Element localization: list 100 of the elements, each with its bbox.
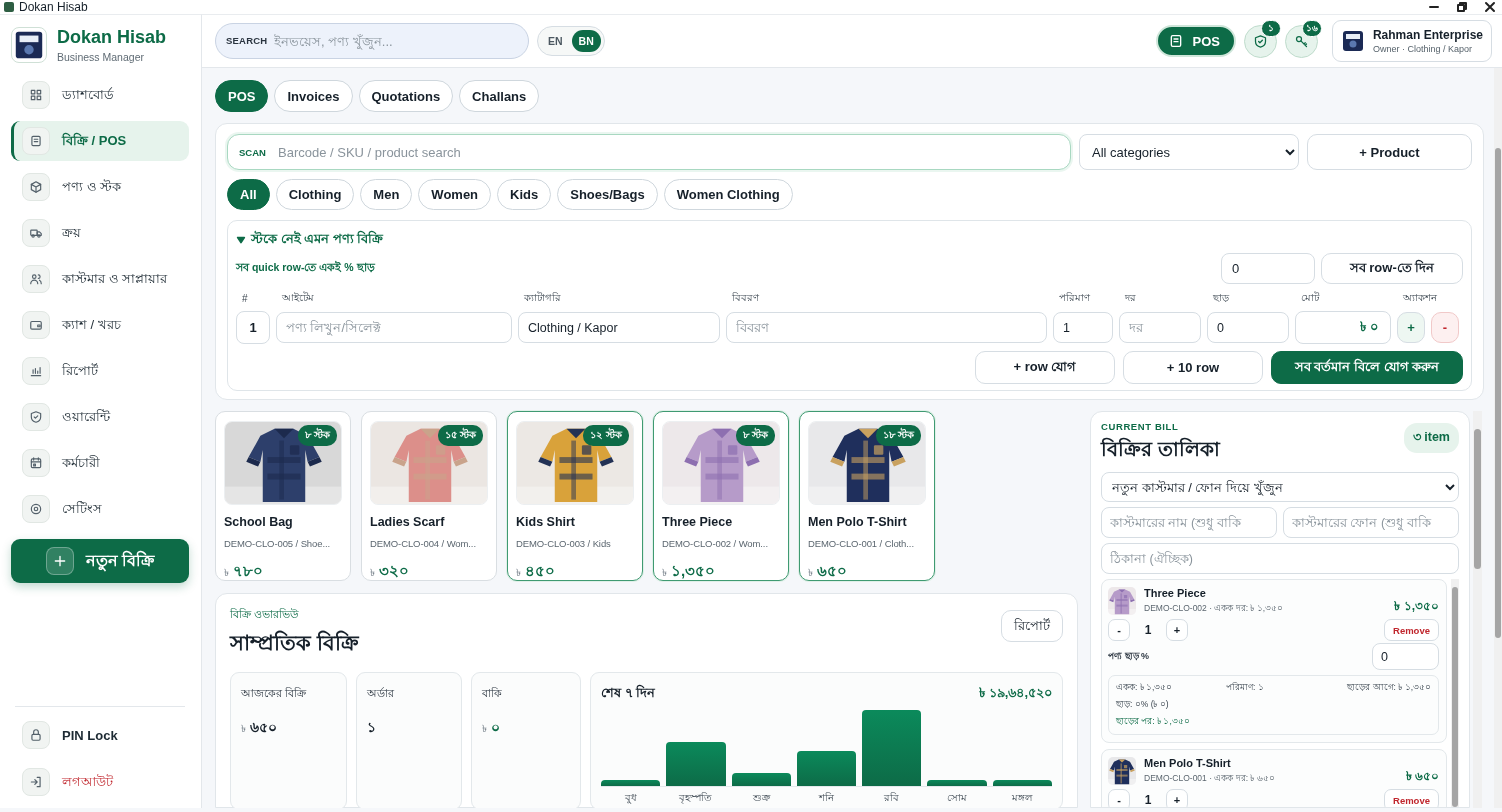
category-select[interactable]: All categories: [1079, 134, 1299, 170]
discount-field[interactable]: 0: [1221, 253, 1315, 284]
window-title: Dokan Hisab: [19, 0, 88, 14]
category-chip[interactable]: Men: [360, 179, 413, 210]
category-chip[interactable]: Women: [418, 179, 492, 210]
report-button[interactable]: রিপোর্ট: [1001, 610, 1063, 642]
address-field[interactable]: ঠিকানা (ঐচ্ছিক): [1101, 543, 1459, 574]
nav-item[interactable]: সেটিংস: [11, 489, 189, 529]
restore-icon[interactable]: [1456, 1, 1468, 13]
tab[interactable]: Quotations: [358, 80, 454, 112]
apply-discount-button[interactable]: সব row-তে দিন: [1321, 253, 1463, 284]
tab[interactable]: Challans: [459, 80, 540, 112]
close-icon[interactable]: [1484, 1, 1496, 13]
column-header: বিবরণ: [731, 291, 760, 305]
nav-item[interactable]: লগআউট: [11, 762, 189, 802]
new-sale-button[interactable]: নতুন বিক্রি: [11, 539, 189, 583]
nav-item[interactable]: বিক্রি / POS: [11, 121, 189, 161]
discount-note: সব quick row-তে একই % ছাড়: [236, 260, 375, 275]
quantity-field[interactable]: 1: [1053, 312, 1113, 343]
remove-row-button[interactable]: -: [1431, 312, 1459, 343]
customer-select[interactable]: নতুন কাস্টমার / ফোন দিয়ে খুঁজুন: [1101, 472, 1459, 502]
chart-bar: [601, 780, 661, 786]
stock-badge: ১৮ স্টক: [876, 425, 921, 446]
product-name: Kids Shirt: [516, 515, 577, 529]
brand-subtitle: Business Manager: [57, 51, 145, 63]
stat-value: ৳ ০: [482, 718, 501, 737]
stock-badge: ১২ স্টক: [583, 425, 629, 446]
nav-item[interactable]: ক্যাশ / খরচ: [11, 305, 189, 345]
decrease-button[interactable]: -: [1108, 619, 1130, 641]
item-total: ৳ ১,৩৫০: [1394, 598, 1439, 615]
product-code: DEMO-CLO-005 / Shoe...: [224, 538, 332, 549]
breakdown-total: ছাড়ের পর: ৳ ১,৩৫০: [1116, 715, 1191, 728]
calendar-icon: [29, 456, 43, 470]
product-price: ৳ ১,৩৫০: [662, 561, 717, 581]
product-card[interactable]: ১৮ স্টক Men Polo T-Shirt DEMO-CLO-001 / Cloth... ৳ ৬৫০: [799, 411, 935, 581]
add-rows-button[interactable]: + 10 row: [1123, 351, 1263, 384]
wallet-icon: [29, 318, 43, 332]
discount-field[interactable]: 0: [1372, 643, 1439, 670]
product-card[interactable]: ৮ স্টক School Bag DEMO-CLO-005 / Shoe... ৳ ৭৮০: [215, 411, 351, 581]
column-header: আইটেম: [281, 290, 315, 305]
language-option[interactable]: EN: [541, 30, 570, 52]
profile-card[interactable]: Rahman Enterprise Owner · Clothing / Kapor: [1331, 20, 1492, 62]
section-title: বিক্রির তালিকা: [1101, 436, 1220, 462]
nav-item[interactable]: ক্রয়: [11, 213, 189, 253]
category-chip[interactable]: Clothing: [275, 179, 355, 210]
category-chip[interactable]: Kids: [497, 179, 552, 210]
increase-button[interactable]: +: [1166, 619, 1188, 641]
product-card[interactable]: ৮ স্টক Three Piece DEMO-CLO-002 / Wom... ৳ ১,৩৫০: [653, 411, 789, 581]
language-option[interactable]: BN: [571, 30, 601, 52]
nav-item[interactable]: ওয়ারেন্টি: [11, 397, 189, 437]
people-icon: [29, 272, 43, 286]
product-name: Ladies Scarf: [370, 515, 446, 529]
customer-name-field[interactable]: কাস্টমারের নাম (শুধু বাকি: [1101, 507, 1277, 538]
rate-field[interactable]: দর: [1119, 312, 1201, 343]
remove-button[interactable]: Remove: [1384, 619, 1439, 641]
add-product-button[interactable]: + Product: [1307, 134, 1472, 170]
description-field[interactable]: বিবরণ: [726, 312, 1047, 343]
nav-item[interactable]: পণ্য ও স্টক: [11, 167, 189, 207]
section-title: সাম্প্রতিক বিক্রি: [230, 629, 359, 656]
column-header: পরিমাণ: [1058, 291, 1091, 305]
grid-icon: [29, 88, 43, 102]
lock-icon: [29, 728, 43, 742]
product-card[interactable]: ১৫ স্টক Ladies Scarf DEMO-CLO-004 / Wom... ৳ ৩২০: [361, 411, 497, 581]
category-field[interactable]: Clothing / Kapor: [518, 312, 720, 343]
increase-button[interactable]: +: [1166, 789, 1188, 807]
nav-item[interactable]: রিপোর্ট: [11, 351, 189, 391]
product-code: DEMO-CLO-002 / Wom...: [662, 538, 769, 549]
nav-item[interactable]: কর্মচারী: [11, 443, 189, 483]
add-row-button[interactable]: + row যোগ: [975, 351, 1115, 384]
add-row-button[interactable]: +: [1397, 312, 1425, 343]
tab[interactable]: Invoices: [274, 80, 353, 112]
shield-icon: [1252, 33, 1268, 49]
nav-item[interactable]: কাস্টমার ও সাপ্লায়ার: [11, 259, 189, 299]
logout-icon: [29, 775, 43, 789]
discount-field[interactable]: 0: [1207, 312, 1289, 343]
product-code: DEMO-CLO-004 / Wom...: [370, 538, 477, 549]
column-header: #: [241, 293, 249, 306]
category-chip[interactable]: All: [227, 179, 270, 210]
remove-button[interactable]: Remove: [1384, 789, 1439, 807]
logo-icon: [11, 27, 47, 63]
customer-phone-field[interactable]: কাস্টমারের ফোন (শুধু বাকি: [1283, 507, 1459, 538]
pos-button[interactable]: POS: [1156, 25, 1236, 57]
stat-label: আজকের বিক্রি: [241, 686, 308, 701]
chart-bar: [796, 751, 857, 786]
item-name: Men Polo T-Shirt: [1144, 757, 1232, 769]
product-price: ৳ ৬৫০: [808, 561, 848, 581]
item-field[interactable]: পণ্য লিখুন/সিলেক্ট: [276, 312, 512, 343]
tab[interactable]: POS: [215, 80, 269, 112]
decrease-button[interactable]: -: [1108, 789, 1130, 807]
product-card[interactable]: ১২ স্টক Kids Shirt DEMO-CLO-003 / Kids ৳ ৪৫০: [507, 411, 643, 581]
nav-item[interactable]: ড্যাশবোর্ড: [11, 75, 189, 115]
category-chip[interactable]: Shoes/Bags: [557, 179, 658, 210]
truck-icon: [29, 226, 43, 240]
key-icon: [1293, 33, 1309, 49]
category-chip[interactable]: Women Clothing: [663, 179, 793, 210]
caret-icon[interactable]: [236, 234, 246, 245]
bar-chart-icon: [29, 364, 43, 378]
add-all-button[interactable]: সব বর্তমান বিলে যোগ করুন: [1271, 351, 1463, 384]
nav-item[interactable]: PIN Lock: [11, 715, 189, 755]
product-price: ৳ ৭৮০: [224, 561, 264, 581]
